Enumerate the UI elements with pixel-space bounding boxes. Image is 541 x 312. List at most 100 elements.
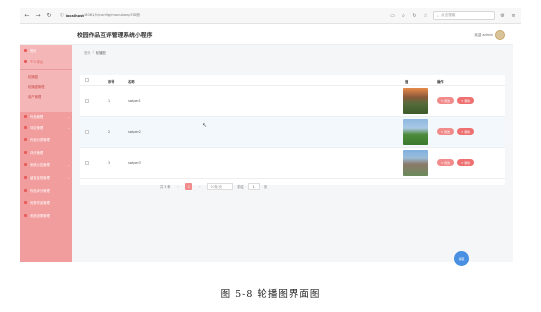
browser-search[interactable]: ⌕ 点击搜索 (433, 11, 495, 20)
breadcrumb-separator: / (92, 50, 94, 54)
back-icon[interactable]: ← (23, 12, 31, 20)
support-button[interactable]: 客服 (454, 251, 469, 266)
reload-icon[interactable]: ↻ (45, 12, 53, 20)
main-content: 首页 / 轮播图 序号 名称 值 操作 1 swiper1 ✎ 修改 ✕ 删除 2 … (72, 45, 513, 262)
sidebar-item-label: 轮播图管理 (28, 85, 45, 89)
sidebar-item-notices[interactable]: 系统公告管理 ⌄ (24, 162, 70, 167)
menu-item-icon (24, 214, 27, 217)
sidebar-item-label: 用户管理 (28, 95, 42, 99)
address-bar[interactable]: ⓘ localhost :8081/h/config/manubanp?ID册 (57, 11, 327, 20)
breadcrumb: 首页 / 轮播图 (84, 50, 106, 55)
goto-input[interactable]: 1 (247, 183, 260, 190)
sidebar-divider (20, 69, 72, 70)
star-icon[interactable]: ☆ (422, 12, 429, 19)
avatar[interactable] (495, 29, 505, 40)
extension-icon[interactable]: ⚙ (499, 12, 506, 19)
sidebar-item-label: 评论管理 (30, 126, 44, 130)
zoom-icon[interactable]: ⌕ (400, 12, 407, 19)
carousel-image[interactable] (403, 88, 428, 114)
sidebar-item-works[interactable]: 作品管理 ⌄ (24, 114, 70, 119)
reader-icon[interactable]: ▭ (389, 12, 396, 19)
row-checkbox[interactable] (85, 130, 89, 134)
sidebar: 首页 个人中心 轮播图 轮播图管理 用户管理 作品管理 ⌄ 评论管理 ⌄ 作品分类管… (20, 45, 72, 262)
sidebar-item-label: 系统公告管理 (30, 163, 50, 167)
refresh-small-icon[interactable]: ↻ (411, 12, 418, 19)
search-icon: ⌕ (437, 13, 440, 18)
search-placeholder: 点击搜索 (441, 13, 456, 17)
pagination: 共 3 条 ‹ 1 › 10条/页 前往 1 页 (160, 183, 267, 190)
menu-item-icon (24, 151, 27, 154)
sidebar-item-settings[interactable]: 系统设置管理 (24, 213, 70, 218)
welcome-text: 欢迎 admin (474, 33, 493, 37)
edit-icon: ✎ (441, 160, 444, 165)
prev-page-icon[interactable]: ‹ (174, 183, 181, 190)
sidebar-item-label: 作品分类管理 (30, 138, 50, 142)
sidebar-item-label: 首页 (30, 49, 37, 53)
sidebar-item-excellent[interactable]: 优秀作品管理 (24, 200, 70, 205)
chevron-down-icon: ⌄ (67, 114, 70, 119)
edit-label: 修改 (444, 129, 450, 134)
select-all-checkbox[interactable] (85, 78, 89, 82)
trash-icon: ✕ (461, 160, 464, 165)
menu-item-icon (24, 189, 27, 192)
next-page-icon[interactable]: › (196, 183, 203, 190)
sidebar-item-category[interactable]: 作品分类管理 (24, 137, 70, 142)
header-name[interactable]: 名称 (128, 79, 135, 84)
sidebar-item-feedback[interactable]: 留言反馈管理 ⌄ (24, 175, 70, 180)
url-host: localhost (65, 13, 84, 18)
chevron-down-icon: ⌄ (67, 162, 70, 167)
delete-button[interactable]: ✕ 删除 (457, 97, 474, 104)
row-name: swiper3 (128, 161, 141, 165)
delete-button[interactable]: ✕ 删除 (457, 159, 474, 166)
forward-icon[interactable]: → (34, 12, 42, 20)
table-row: 2 swiper2 ✎ 修改 ✕ 删除 (80, 117, 505, 148)
row-index: 2 (108, 130, 111, 134)
chevron-down-icon: ⌄ (67, 125, 70, 130)
table-row: 1 swiper1 ✎ 修改 ✕ 删除 (80, 86, 505, 117)
sidebar-item-label: 留言反馈管理 (30, 176, 50, 180)
table-row: 3 swiper3 ✎ 修改 ✕ 删除 (80, 148, 505, 179)
edit-button[interactable]: ✎ 修改 (437, 128, 454, 135)
menu-item-icon (24, 163, 27, 166)
header-image[interactable]: 值 (405, 79, 408, 84)
sidebar-item-work-scores[interactable]: 作品评分管理 (24, 188, 70, 193)
delete-label: 删除 (464, 129, 470, 134)
menu-icon[interactable]: ≡ (510, 12, 517, 19)
page-current[interactable]: 1 (185, 183, 193, 190)
sidebar-item-profile[interactable]: 个人中心 (24, 59, 70, 64)
carousel-image[interactable] (403, 119, 428, 145)
trash-icon: ✕ (461, 129, 464, 134)
user-area[interactable]: 欢迎 admin (474, 29, 505, 40)
sidebar-menu-block (20, 112, 72, 262)
edit-button[interactable]: ✎ 修改 (437, 159, 454, 166)
edit-label: 修改 (444, 98, 450, 103)
menu-item-icon (24, 126, 27, 129)
sidebar-item-comments[interactable]: 评论管理 ⌄ (24, 125, 70, 130)
sidebar-item-label: 作品管理 (30, 115, 44, 119)
page-size-select[interactable]: 10条/页 (207, 183, 234, 190)
data-table: 序号 名称 值 操作 1 swiper1 ✎ 修改 ✕ 删除 2 swiper2 ✎… (80, 75, 505, 185)
breadcrumb-home[interactable]: 首页 (84, 50, 91, 55)
sidebar-item-home[interactable]: 首页 (24, 48, 70, 53)
sidebar-item-label: 系统设置管理 (30, 214, 50, 218)
row-checkbox[interactable] (85, 161, 89, 165)
goto-label: 前往 (237, 185, 244, 189)
chevron-down-icon: ⌄ (67, 175, 70, 180)
figure-caption: 图 5-8 轮播图界面图 (220, 289, 321, 300)
header-actions: 操作 (437, 80, 444, 84)
sidebar-item-carousel[interactable]: 轮播图 (28, 74, 74, 79)
app-title: 校园作品互评管理系统小程序 (77, 33, 153, 39)
table-header: 序号 名称 值 操作 (80, 75, 505, 86)
carousel-image[interactable] (403, 150, 428, 176)
home-icon (24, 49, 27, 52)
total-count: 共 3 条 (160, 185, 171, 189)
sidebar-item-users[interactable]: 用户管理 (28, 94, 74, 99)
sidebar-item-carousel-manage[interactable]: 轮播图管理 (28, 84, 74, 89)
sidebar-item-label: 个人中心 (30, 60, 44, 64)
edit-button[interactable]: ✎ 修改 (437, 97, 454, 104)
browser-toolbar: ← → ↻ ⓘ localhost :8081/h/config/manuban… (20, 8, 521, 24)
sidebar-item-scores[interactable]: 评分管理 (24, 150, 70, 155)
user-icon (24, 60, 27, 63)
row-checkbox[interactable] (85, 99, 89, 103)
delete-button[interactable]: ✕ 删除 (457, 128, 474, 135)
